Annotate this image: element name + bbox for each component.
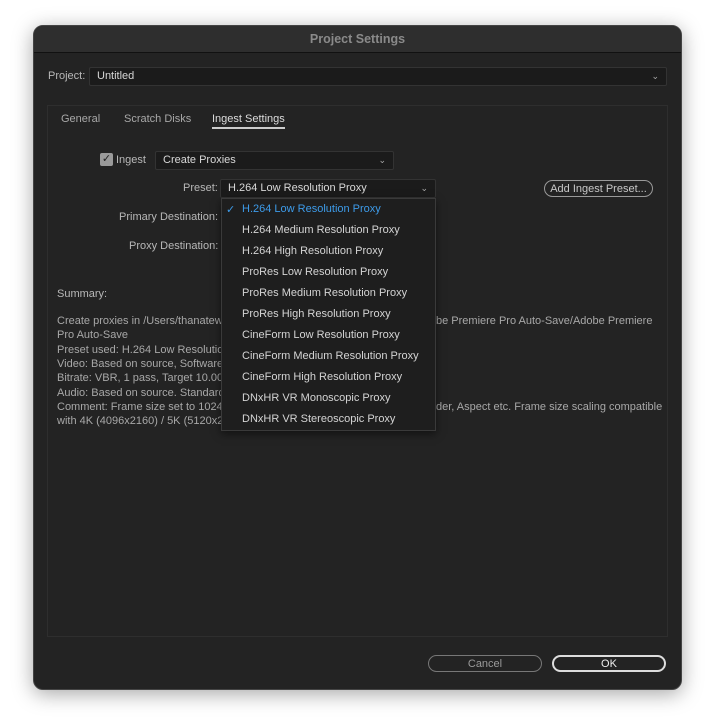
project-value: Untitled <box>97 70 135 82</box>
tab-scratch-disks[interactable]: Scratch Disks <box>124 113 191 125</box>
ingest-mode-select[interactable]: Create Proxies ⌄ <box>155 151 394 170</box>
chevron-down-icon: ⌄ <box>420 183 428 193</box>
summary-line: Video: Based on source, Software E <box>57 357 234 370</box>
preset-label: Preset: <box>183 182 218 194</box>
summary-line-tail: der, Aspect etc. Frame size scaling comp… <box>436 400 663 413</box>
summary-line-tail: be Premiere Pro Auto-Save/Adobe Premiere <box>436 315 653 327</box>
preset-value: H.264 Low Resolution Proxy <box>228 182 367 194</box>
summary-line: Create proxies in /Users/thanatewc <box>57 315 229 327</box>
project-select[interactable]: Untitled ⌄ <box>89 67 667 86</box>
chevron-down-icon: ⌄ <box>651 71 659 81</box>
primary-destination-label: Primary Destination: <box>119 211 219 223</box>
menu-item[interactable]: ProRes Low Resolution Proxy <box>242 266 388 278</box>
tab-ingest-settings[interactable]: Ingest Settings <box>212 113 285 129</box>
summary-line: Bitrate: VBR, 1 pass, Target 10.00 M <box>57 372 236 385</box>
preset-dropdown-menu: ✓ H.264 Low Resolution Proxy H.264 Medium… <box>221 198 436 431</box>
tab-general[interactable]: General <box>61 113 100 125</box>
menu-item[interactable]: ProRes Medium Resolution Proxy <box>242 287 407 299</box>
ingest-mode-value: Create Proxies <box>163 154 236 166</box>
cancel-button[interactable]: Cancel <box>428 655 542 672</box>
menu-item[interactable]: H.264 High Resolution Proxy <box>242 245 383 257</box>
menu-item[interactable]: H.264 Medium Resolution Proxy <box>242 224 400 236</box>
summary-line: with 4K (4096x2160) / 5K (5120x27 <box>57 415 230 428</box>
ingest-label: Ingest <box>116 154 146 166</box>
project-settings-dialog: Project Settings Project: Untitled ⌄ Gene… <box>33 25 682 690</box>
summary-line: Audio: Based on source. Standard: <box>57 386 228 399</box>
menu-item[interactable]: CineForm Medium Resolution Proxy <box>242 350 419 362</box>
checkmark-icon: ✓ <box>226 204 236 216</box>
proxy-destination-label: Proxy Destination: <box>129 240 219 252</box>
menu-item[interactable]: DNxHR VR Monoscopic Proxy <box>242 392 391 404</box>
project-label: Project: <box>48 70 86 82</box>
menu-item[interactable]: CineForm High Resolution Proxy <box>242 371 402 383</box>
ingest-checkbox[interactable]: ✓ <box>100 153 113 166</box>
summary-line: Pro Auto-Save <box>57 329 128 342</box>
preset-select[interactable]: H.264 Low Resolution Proxy ⌄ <box>220 179 436 198</box>
ok-button[interactable]: OK <box>552 655 666 672</box>
menu-item[interactable]: ProRes High Resolution Proxy <box>242 308 391 320</box>
dialog-title: Project Settings <box>34 26 681 53</box>
summary-line: Comment: Frame size set to 1024x <box>57 400 229 413</box>
add-ingest-preset-button[interactable]: Add Ingest Preset... <box>544 180 653 197</box>
summary-line: Preset used: H.264 Low Resolution <box>57 343 230 356</box>
summary-label: Summary: <box>57 288 108 300</box>
chevron-down-icon: ⌄ <box>378 155 386 165</box>
menu-item[interactable]: DNxHR VR Stereoscopic Proxy <box>242 413 395 425</box>
menu-item[interactable]: H.264 Low Resolution Proxy <box>242 203 381 215</box>
menu-item[interactable]: CineForm Low Resolution Proxy <box>242 329 400 341</box>
